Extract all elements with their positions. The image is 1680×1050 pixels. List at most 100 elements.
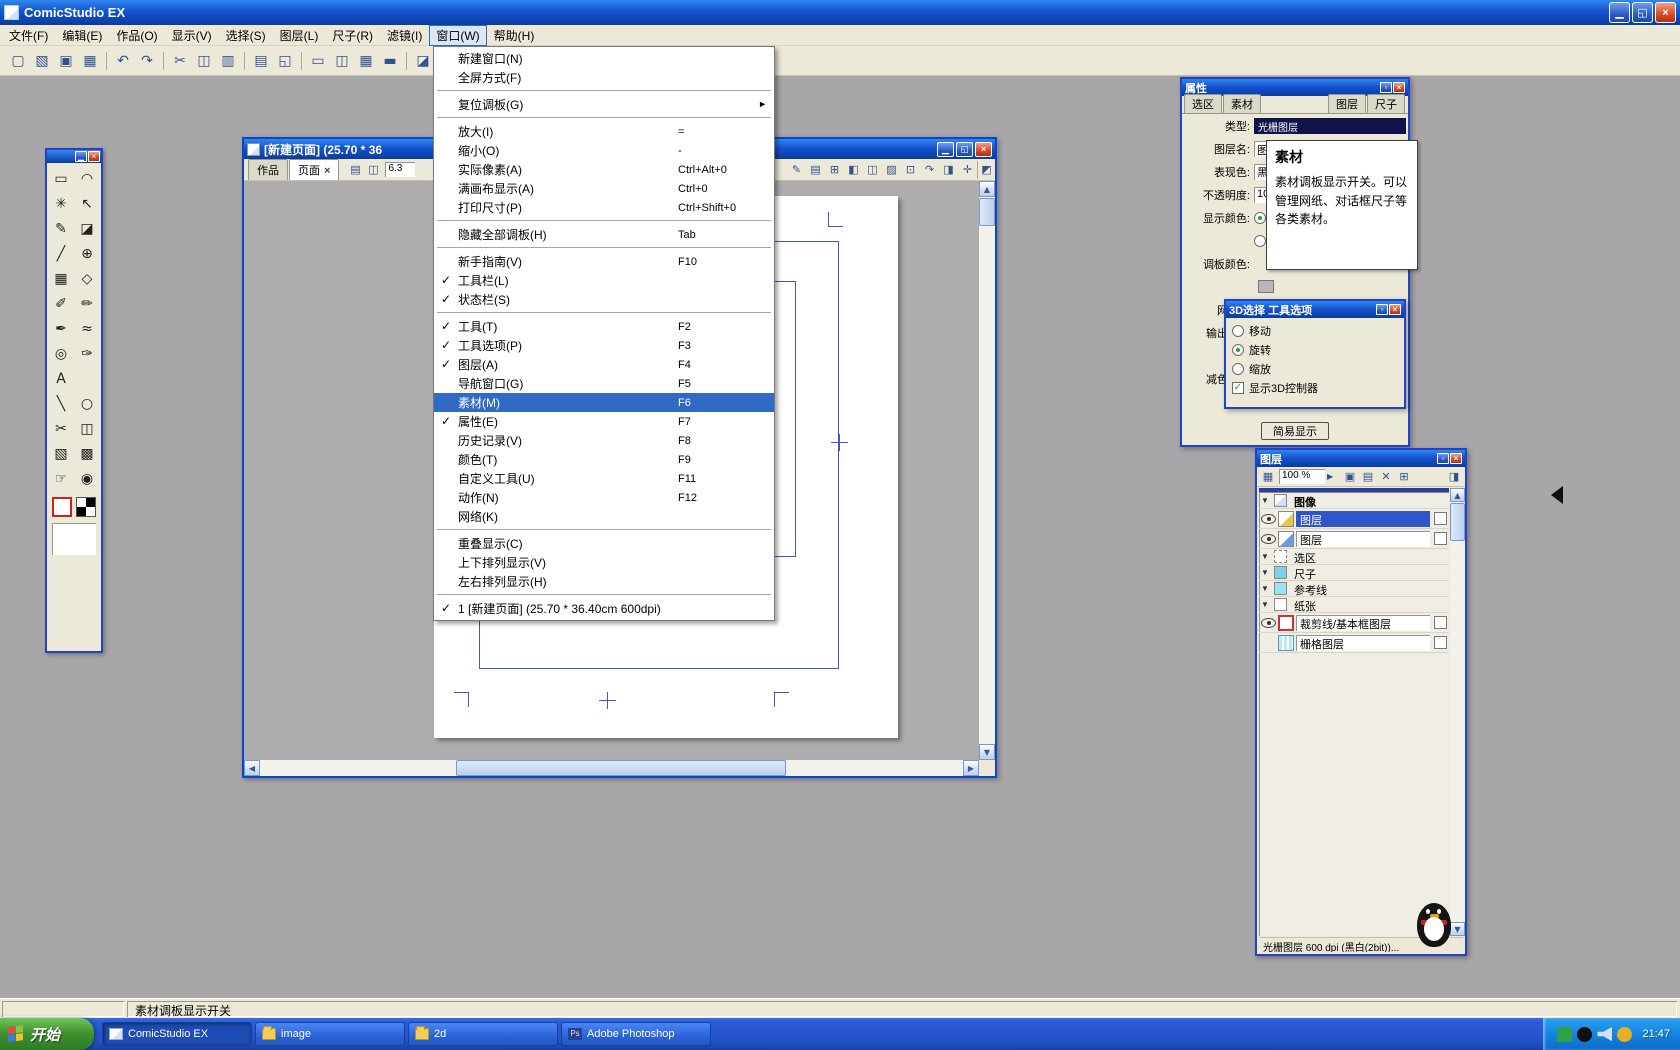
tab-close-icon[interactable]: ×: [324, 165, 330, 177]
crosshair-icon[interactable]: ✛: [958, 161, 977, 179]
line-tool-icon[interactable]: ╲: [48, 391, 74, 416]
doc-minimize-button[interactable]: ▁: [937, 142, 954, 157]
restore-button[interactable]: ◱: [1632, 2, 1653, 23]
guide-icon[interactable]: ◧: [844, 161, 863, 179]
radio-option[interactable]: 旋转: [1232, 340, 1398, 359]
dock-collapse-arrow[interactable]: [1551, 486, 1563, 504]
delete-layer-icon[interactable]: ✕: [1377, 468, 1395, 485]
shape-tool-icon[interactable]: ◇: [74, 266, 100, 291]
menu-item[interactable]: 左右排列显示(H): [434, 572, 774, 591]
magic-wand-tool-icon[interactable]: ✳: [48, 191, 74, 216]
menu-item[interactable]: 工具(T) F2: [434, 317, 774, 336]
color-preview-box[interactable]: [52, 523, 96, 555]
open-icon[interactable]: ▧: [30, 49, 54, 72]
input-method-icon[interactable]: [1557, 1027, 1572, 1042]
layer-row[interactable]: ▼ 裁剪线/基本框图层: [1259, 613, 1449, 633]
menubar-item[interactable]: 作品(O): [109, 25, 164, 46]
grid-tool-icon[interactable]: ▦: [48, 266, 74, 291]
object-select-tool-icon[interactable]: ↖: [74, 191, 100, 216]
panel-collapse-button[interactable]: ▫: [1380, 82, 1392, 93]
mirror-icon[interactable]: ◨: [939, 161, 958, 179]
new-layer-icon[interactable]: ▣: [1341, 468, 1359, 485]
pen-tool-icon[interactable]: ✒: [48, 316, 74, 341]
menu-item[interactable]: 打印尺寸(P) Ctrl+Shift+0: [434, 198, 774, 217]
print-preview-icon[interactable]: ◱: [273, 49, 297, 72]
panel-close-button[interactable]: ×: [1450, 453, 1462, 464]
menu-item[interactable]: 放大(I) =: [434, 122, 774, 141]
menu-item[interactable]: 网络(K): [434, 507, 774, 526]
menu-item[interactable]: 1 [新建页面] (25.70 * 36.40cm 600dpi): [434, 599, 774, 618]
menubar-item[interactable]: 图层(L): [273, 25, 326, 46]
menu-item[interactable]: 导航窗口(G) F5: [434, 374, 774, 393]
menubar-item[interactable]: 帮助(H): [487, 25, 542, 46]
menu-item[interactable]: 素材(M) F6: [434, 393, 774, 412]
simple-display-button[interactable]: 简易显示: [1261, 422, 1329, 440]
eyedropper-tool-icon[interactable]: ✐: [48, 291, 74, 316]
tab-layer[interactable]: 图层: [1328, 94, 1366, 113]
expand-arrow-icon[interactable]: ▼: [1261, 552, 1271, 561]
pencil-tool-icon[interactable]: ✏: [74, 291, 100, 316]
close-button[interactable]: ×: [1655, 2, 1676, 23]
radio-option[interactable]: 缩放: [1232, 359, 1398, 378]
doc-maximize-button[interactable]: ◱: [956, 142, 973, 157]
menu-item[interactable]: 历史记录(V) F8: [434, 431, 774, 450]
layer-row[interactable]: ▼ 尺子: [1259, 565, 1449, 581]
layer-row[interactable]: ▼ 图层: [1259, 529, 1449, 549]
layer-option-icon[interactable]: [1434, 532, 1447, 545]
expand-arrow-icon[interactable]: ▼: [1261, 584, 1271, 593]
thumbnail-view-icon[interactable]: ▦: [354, 49, 378, 72]
scroll-left-icon[interactable]: ◀: [244, 760, 260, 776]
horizontal-scrollbar[interactable]: ◀ ▶: [244, 760, 979, 776]
text-tool-icon[interactable]: A: [48, 366, 74, 391]
tab-selection[interactable]: 选区: [1184, 94, 1222, 113]
radio-option[interactable]: 移动: [1232, 321, 1398, 340]
menubar-item[interactable]: 文件(F): [2, 25, 55, 46]
menubar-item[interactable]: 显示(V): [165, 25, 219, 46]
panel-close-button[interactable]: ×: [1389, 304, 1401, 315]
snap-icon[interactable]: ⊡: [901, 161, 920, 179]
expand-arrow-icon[interactable]: ▼: [1261, 568, 1271, 577]
layer-row[interactable]: ▼ 选区: [1259, 549, 1449, 565]
expand-arrow-icon[interactable]: ▼: [1261, 496, 1271, 505]
fit-view-icon[interactable]: ◩: [977, 161, 995, 179]
save-icon[interactable]: ▣: [54, 49, 78, 72]
taskbar-task[interactable]: 2d: [408, 1022, 558, 1046]
layer-option-icon[interactable]: [1434, 636, 1447, 649]
menu-item[interactable]: 新建窗口(N): [434, 49, 774, 68]
qq-penguin-icon[interactable]: [1412, 903, 1456, 951]
zoom-menu-icon[interactable]: ▶: [1327, 472, 1339, 481]
qq-tray-icon[interactable]: [1577, 1027, 1592, 1042]
minimize-button[interactable]: ▁: [1609, 2, 1630, 23]
scrollbar-thumb[interactable]: [979, 198, 995, 226]
menu-item[interactable]: 复位调板(G): [434, 95, 774, 114]
palette-color-swatch[interactable]: [1258, 280, 1274, 293]
scissors-tool-icon[interactable]: ✂: [48, 416, 74, 441]
menu-item[interactable]: 属性(E) F7: [434, 412, 774, 431]
menu-item[interactable]: 工具选项(P) F3: [434, 336, 774, 355]
panel-collapse-button[interactable]: ▫: [1437, 453, 1449, 464]
new-page-icon[interactable]: ▢: [6, 49, 30, 72]
taskbar-task[interactable]: image: [255, 1022, 405, 1046]
layers-scrollbar[interactable]: ▲ ▼: [1450, 488, 1465, 936]
menu-item[interactable]: 图层(A) F4: [434, 355, 774, 374]
zoom-tool-icon[interactable]: ◉: [74, 466, 100, 491]
vertical-scrollbar[interactable]: ▲ ▼: [979, 181, 995, 760]
layer-grid-icon[interactable]: ▦: [1259, 468, 1277, 485]
pattern-color-swatch[interactable]: [76, 497, 96, 517]
checkbox-option[interactable]: ✓ 显示3D控制器: [1232, 378, 1398, 397]
visibility-eye-icon[interactable]: [1261, 534, 1276, 544]
menu-item[interactable]: 工具栏(L): [434, 271, 774, 290]
ellipse-tool-icon[interactable]: ○: [74, 391, 100, 416]
pen-icon[interactable]: ✎: [787, 161, 806, 179]
taskbar-task[interactable]: ComicStudio EX: [102, 1022, 252, 1046]
tab-ruler[interactable]: 尺子: [1367, 94, 1405, 113]
menu-item[interactable]: 状态栏(S): [434, 290, 774, 309]
menu-item[interactable]: 满画布显示(A) Ctrl+0: [434, 179, 774, 198]
scroll-up-icon[interactable]: ▲: [979, 181, 995, 197]
display-color-radio-2[interactable]: [1254, 235, 1266, 247]
frame-icon[interactable]: ◫: [863, 161, 882, 179]
scroll-down-icon[interactable]: ▼: [979, 744, 995, 760]
marquee-tool-icon[interactable]: ▭: [48, 166, 74, 191]
toolbox-close-button[interactable]: ×: [88, 151, 100, 162]
scroll-up-icon[interactable]: ▲: [1450, 488, 1465, 502]
